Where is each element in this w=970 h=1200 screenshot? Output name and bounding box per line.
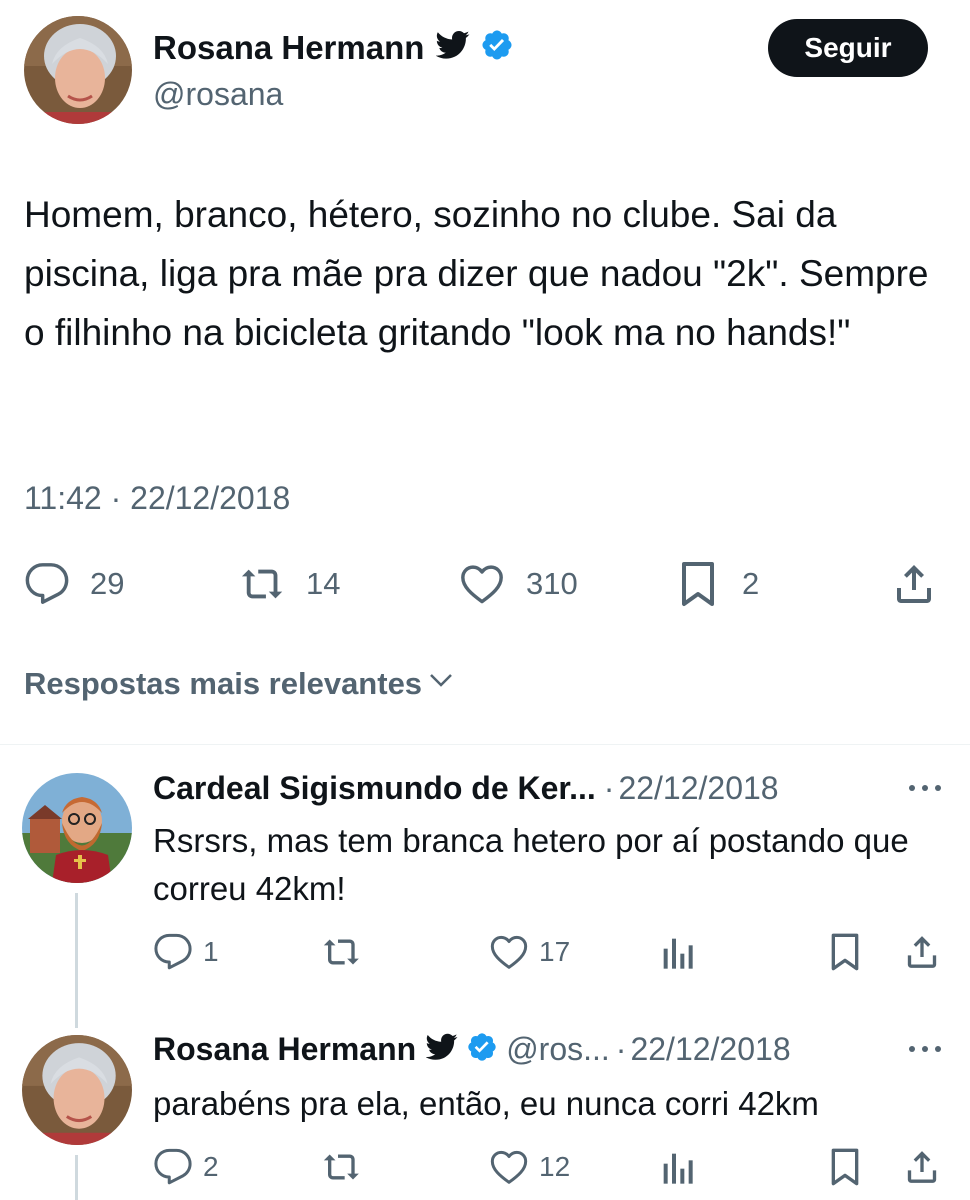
reply-avatar[interactable] — [22, 1035, 132, 1145]
retweet-count: 14 — [306, 566, 341, 601]
share-icon — [902, 932, 942, 972]
verified-badge-icon — [480, 28, 514, 67]
bookmark-icon — [828, 932, 862, 972]
share-button[interactable] — [890, 560, 938, 608]
retweet-icon — [320, 1147, 366, 1187]
reply-author-name[interactable]: Rosana Hermann — [153, 1031, 416, 1068]
reply-count: 29 — [90, 566, 125, 601]
more-icon[interactable] — [907, 780, 943, 798]
like-icon — [458, 561, 506, 607]
reply-author-name[interactable]: Cardeal Sigismundo de Ker... — [153, 770, 596, 807]
views-icon — [659, 1147, 695, 1187]
share-button[interactable] — [902, 1147, 942, 1187]
retweet-button[interactable] — [320, 1147, 366, 1187]
retweet-icon — [238, 561, 290, 607]
retweet-icon — [320, 932, 366, 972]
bookmark-button[interactable] — [828, 1147, 862, 1187]
reply-avatar[interactable] — [22, 773, 132, 883]
thread-line — [75, 1155, 78, 1200]
reply-icon — [153, 1147, 193, 1187]
separator: · — [110, 480, 122, 516]
separator: · — [615, 1031, 627, 1067]
bookmark-count: 2 — [742, 566, 760, 601]
like-button[interactable]: 17 — [489, 932, 570, 972]
like-count: 12 — [539, 1151, 571, 1182]
like-count: 17 — [539, 936, 571, 967]
reply-icon — [153, 932, 193, 972]
reply-count: 2 — [203, 1151, 219, 1182]
bookmark-icon — [678, 560, 718, 608]
author-avatar[interactable] — [24, 16, 132, 124]
reply-button[interactable]: 29 — [24, 560, 124, 608]
reply-author-handle[interactable]: @ros... — [506, 1031, 610, 1068]
views-button[interactable] — [659, 1147, 695, 1187]
bird-icon — [425, 1033, 458, 1066]
share-icon — [890, 560, 938, 608]
views-icon — [659, 932, 695, 972]
replies-sort-dropdown[interactable]: Respostas mais relevantes — [24, 665, 456, 703]
tweet-text: Homem, branco, hétero, sozinho no clube.… — [24, 194, 929, 353]
reply-text: parabéns pra ela, então, eu nunca corri … — [153, 1085, 819, 1122]
reply-text: Rsrsrs, mas tem branca hetero por aí pos… — [153, 822, 909, 907]
bookmark-icon — [828, 1147, 862, 1187]
bookmark-button[interactable]: 2 — [678, 560, 759, 608]
author-handle[interactable]: @rosana — [153, 76, 283, 113]
follow-button[interactable]: Seguir — [768, 19, 928, 77]
bookmark-button[interactable] — [828, 932, 862, 972]
like-icon — [489, 1147, 529, 1187]
bird-icon — [435, 30, 470, 65]
like-count: 310 — [526, 566, 578, 601]
retweet-button[interactable] — [320, 932, 366, 972]
like-button[interactable]: 310 — [458, 560, 578, 608]
reply-icon — [24, 561, 70, 607]
share-icon — [902, 1147, 942, 1187]
tweet-time: 11:42 — [24, 480, 102, 516]
like-button[interactable]: 12 — [489, 1147, 570, 1187]
reply-date[interactable]: 22/12/2018 — [630, 1031, 790, 1068]
replies-sort-label: Respostas mais relevantes — [24, 666, 423, 701]
tweet-date: 22/12/2018 — [130, 480, 291, 516]
reply-button[interactable]: 1 — [153, 932, 219, 972]
views-button[interactable] — [659, 932, 695, 972]
chevron-down-icon — [426, 665, 456, 703]
share-button[interactable] — [902, 932, 942, 972]
reply-count: 1 — [203, 936, 219, 967]
like-icon — [489, 932, 529, 972]
author-name[interactable]: Rosana Hermann — [153, 29, 424, 67]
separator: · — [603, 770, 615, 806]
divider — [0, 744, 970, 745]
more-icon[interactable] — [907, 1041, 943, 1059]
thread-line — [75, 893, 78, 1028]
reply-button[interactable]: 2 — [153, 1147, 219, 1187]
retweet-button[interactable]: 14 — [238, 560, 340, 608]
tweet-timestamp[interactable]: 11:42 · 22/12/2018 — [24, 480, 290, 517]
reply-date[interactable]: 22/12/2018 — [618, 770, 778, 807]
verified-badge-icon — [466, 1031, 498, 1068]
